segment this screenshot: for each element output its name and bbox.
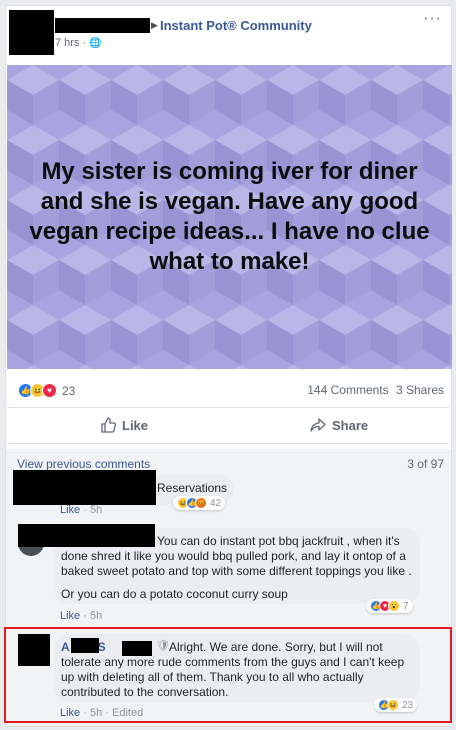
more-options-icon[interactable]: ··· bbox=[423, 10, 442, 28]
love-reaction-icon: ♥ bbox=[42, 383, 57, 398]
author-name-redacted[interactable] bbox=[55, 18, 150, 33]
comment-actions: Like · 5h bbox=[60, 504, 103, 516]
author-name-redacted bbox=[122, 641, 152, 656]
comment-time[interactable]: 5h bbox=[90, 707, 102, 719]
comment-reactions[interactable]: 👍 ♥ 😮 7 bbox=[366, 599, 413, 613]
like-button-label: Like bbox=[122, 417, 149, 433]
comment-reactions[interactable]: 😆 👍 😡 42 bbox=[173, 496, 226, 510]
comment-actions: Like · 5h · Edited bbox=[60, 707, 144, 719]
comment-reaction-count: 42 bbox=[210, 497, 222, 509]
comment-time[interactable]: 5h bbox=[90, 610, 102, 622]
comment-text: Reservations bbox=[157, 481, 228, 495]
comment-text: Or you can do a potato coconut curry sou… bbox=[61, 587, 288, 601]
divider bbox=[7, 407, 449, 408]
comment-reactions[interactable]: 👍 😆 23 bbox=[374, 698, 418, 712]
comment-like-link[interactable]: Like bbox=[60, 707, 80, 719]
post-time[interactable]: 7 hrs · 🌐 bbox=[55, 37, 102, 49]
divider bbox=[7, 443, 449, 444]
comment-actions: Like · 5h bbox=[60, 610, 103, 622]
wow-reaction-icon: 😮 bbox=[388, 600, 400, 612]
comment-time[interactable]: 5h bbox=[90, 504, 102, 516]
comment-like-link[interactable]: Like bbox=[60, 610, 80, 622]
avatar-redacted[interactable] bbox=[9, 10, 54, 55]
commenter-redacted[interactable] bbox=[18, 524, 155, 547]
share-arrow-icon bbox=[310, 418, 326, 432]
haha-reaction-icon: 😆 bbox=[387, 699, 399, 711]
group-name-link[interactable]: Instant Pot® Community bbox=[160, 18, 312, 33]
angry-reaction-icon: 😡 bbox=[195, 497, 207, 509]
globe-icon: 🌐 bbox=[89, 38, 102, 49]
comment-reaction-count: 23 bbox=[402, 699, 414, 711]
comment-edited-label[interactable]: Edited bbox=[112, 707, 143, 719]
avatar-redacted[interactable] bbox=[18, 634, 50, 666]
engagement-counts: 144 Comments 3 Shares bbox=[307, 383, 444, 397]
comment-text: Alright. We are done. Sorry, but I will … bbox=[61, 640, 405, 699]
author-name-redacted bbox=[71, 638, 99, 653]
comments-pagination: 3 of 97 bbox=[407, 457, 444, 471]
comments-count-link[interactable]: 144 Comments bbox=[307, 383, 388, 397]
share-button-label: Share bbox=[332, 417, 369, 433]
share-button[interactable]: Share bbox=[310, 417, 368, 433]
triangle-right-icon: ▶ bbox=[151, 20, 158, 30]
thumbs-up-icon bbox=[101, 417, 116, 433]
reaction-count: 23 bbox=[62, 383, 76, 398]
shares-count-link[interactable]: 3 Shares bbox=[396, 383, 444, 397]
like-button[interactable]: Like bbox=[100, 417, 148, 433]
post-time-text: 7 hrs bbox=[55, 37, 80, 49]
post-banner[interactable]: My sister is coming iver for diner and s… bbox=[7, 65, 452, 369]
view-previous-comments-link[interactable]: View previous comments bbox=[17, 457, 150, 471]
banner-text: My sister is coming iver for diner and s… bbox=[29, 158, 430, 275]
comment-reaction-count: 7 bbox=[403, 600, 409, 612]
comment-bubble[interactable]: AS 🛡 Alright. We are done. Sorry, but I … bbox=[54, 634, 420, 702]
commenter-redacted[interactable] bbox=[13, 470, 156, 505]
comment-like-link[interactable]: Like bbox=[60, 504, 80, 516]
reaction-summary[interactable]: 👍 😆 ♥ 23 bbox=[18, 383, 75, 398]
